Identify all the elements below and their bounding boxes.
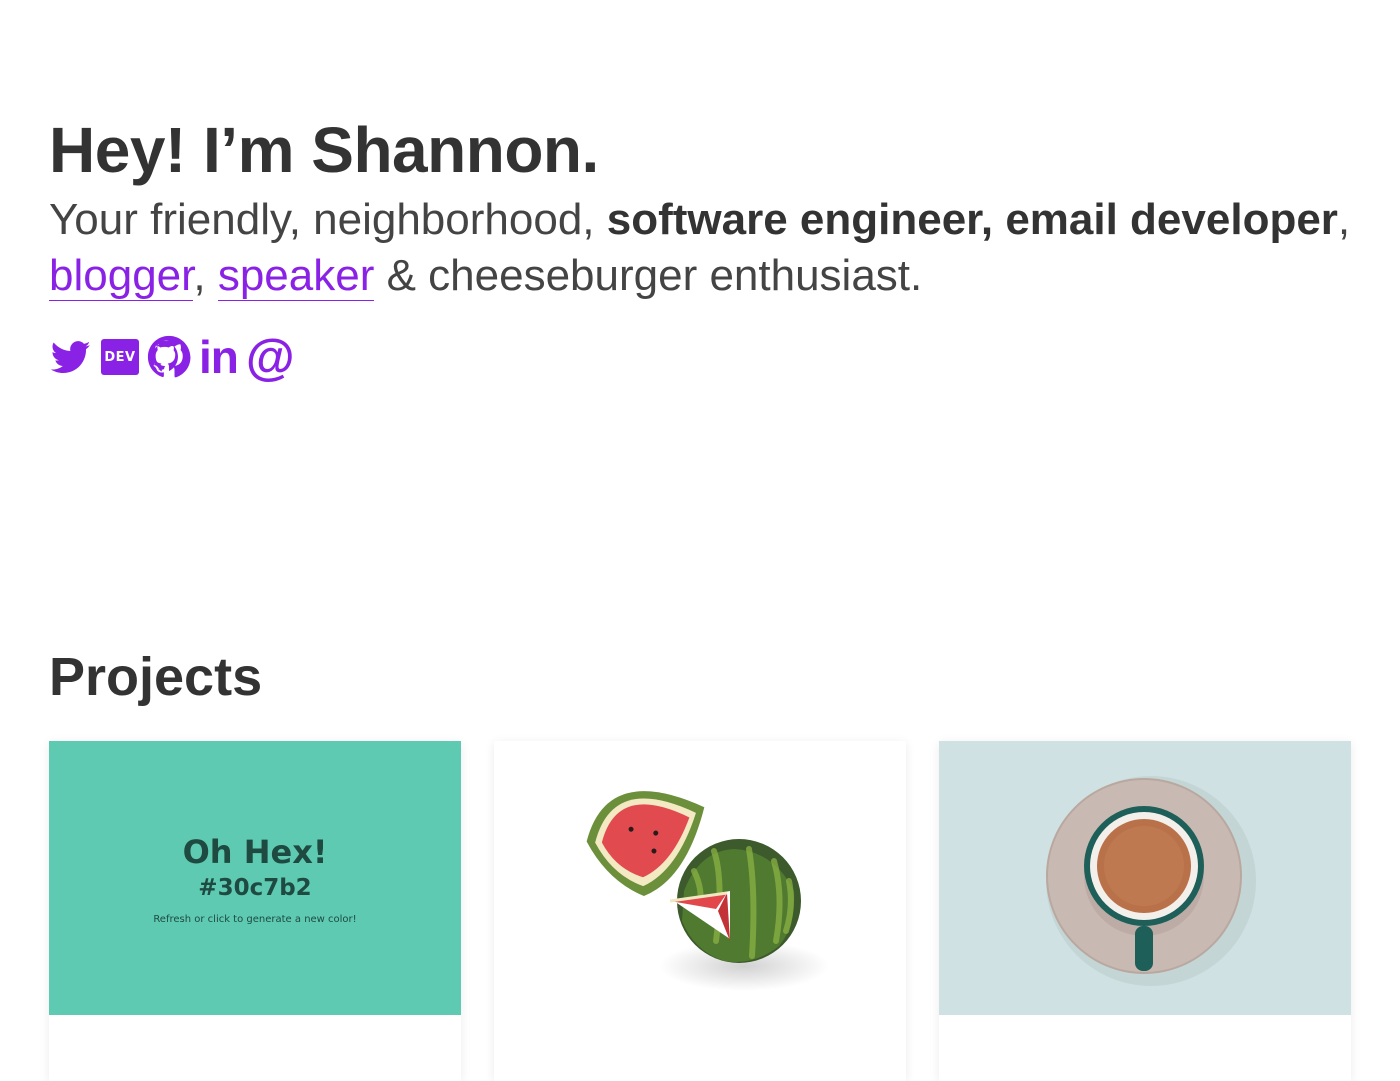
email-link[interactable]: @ — [245, 329, 295, 385]
tagline: Your friendly, neighborhood, software en… — [49, 192, 1359, 304]
project-card-watermelon[interactable] — [494, 741, 906, 1081]
oh-hex-code: #30c7b2 — [198, 874, 312, 901]
linkedin-icon: in — [199, 331, 239, 383]
project-card-coffee[interactable] — [939, 741, 1351, 1081]
oh-hex-title: Oh Hex! — [182, 832, 328, 871]
hero-section: Hey! I’m Shannon. Your friendly, neighbo… — [49, 110, 1359, 385]
blogger-link[interactable]: blogger — [49, 251, 194, 301]
github-icon — [147, 335, 191, 378]
oh-hex-note: Refresh or click to generate a new color… — [153, 913, 357, 925]
tagline-roles: software engineer, email developer — [606, 195, 1338, 244]
tagline-intro: Your friendly, neighborhood, — [49, 195, 607, 244]
twitter-link[interactable] — [49, 337, 93, 377]
speaker-link[interactable]: speaker — [217, 251, 375, 301]
oh-hex-preview: Oh Hex! #30c7b2 Refresh or click to gene… — [49, 741, 461, 1015]
github-link[interactable] — [147, 335, 191, 379]
projects-heading: Projects — [49, 647, 263, 707]
social-links: DEV in @ — [49, 329, 1359, 385]
email-icon: @ — [245, 329, 295, 385]
watermelon-photo — [494, 741, 906, 1015]
projects-section: Projects Oh Hex! #30c7b2 Refresh or clic… — [49, 645, 1351, 1081]
watermelon-illustration — [586, 791, 829, 991]
coffee-illustration — [1046, 776, 1256, 986]
tagline-comma: , — [1337, 195, 1351, 244]
twitter-icon — [50, 341, 91, 373]
project-cards: Oh Hex! #30c7b2 Refresh or click to gene… — [49, 741, 1351, 1081]
linkedin-link[interactable]: in — [199, 331, 239, 383]
dev-link[interactable]: DEV — [101, 339, 139, 375]
coffee-cup-photo — [939, 741, 1351, 1015]
tagline-outro: & cheeseburger enthusiast. — [374, 251, 923, 300]
tagline-separator: , — [193, 251, 218, 300]
dev-icon: DEV — [101, 339, 139, 375]
page-title: Hey! I’m Shannon. — [49, 114, 599, 186]
project-card-oh-hex[interactable]: Oh Hex! #30c7b2 Refresh or click to gene… — [49, 741, 461, 1081]
